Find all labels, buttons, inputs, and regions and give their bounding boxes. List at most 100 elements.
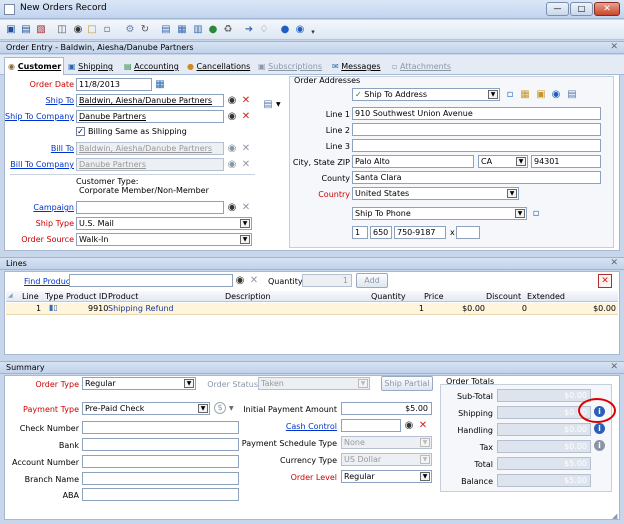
campaign-clear-icon[interactable]: ✕	[240, 202, 252, 214]
find-product-field[interactable]	[69, 274, 233, 287]
toolbar-overflow-icon[interactable]: ▾	[307, 26, 319, 38]
delete-line-icon[interactable]: ✕	[598, 274, 612, 288]
cash-control-label[interactable]: Cash Control	[286, 422, 337, 431]
branch-name-field[interactable]	[82, 472, 239, 485]
campaign-label[interactable]: Campaign	[33, 203, 74, 212]
table-row[interactable]: 1 ▮▯ 9910 Shipping Refund 1 $0.00 0 $0.0…	[6, 303, 618, 315]
col-product-id[interactable]: Product ID	[66, 292, 107, 301]
binoculars-icon[interactable]: ◉	[72, 24, 84, 36]
settings-icon[interactable]: ⚙	[124, 24, 136, 36]
campaign-field[interactable]	[76, 201, 224, 214]
initial-payment-field[interactable]: $5.00	[341, 402, 432, 415]
col-line[interactable]: Line	[22, 292, 39, 301]
open-folder-icon[interactable]: □	[86, 24, 98, 36]
phone-type-select[interactable]: Ship To Phone ▼	[352, 207, 527, 220]
address-type-select[interactable]: ✓ Ship To Address ▼	[352, 88, 500, 101]
minimize-button[interactable]: —	[546, 2, 569, 16]
tab-customer[interactable]: ◉ Customer	[8, 59, 61, 74]
copy-phone-icon[interactable]: ▫	[530, 208, 542, 220]
account-number-field[interactable]	[82, 455, 239, 468]
order-source-select[interactable]: Walk-In ▼	[76, 233, 252, 246]
tab-cancellations[interactable]: ● Cancellations	[187, 59, 250, 74]
validate-address-icon[interactable]: ▣	[535, 89, 547, 101]
handling-info-icon[interactable]: i	[594, 423, 605, 434]
payment-type-select[interactable]: Pre-Paid Check ▼	[82, 402, 210, 415]
aba-field[interactable]	[82, 488, 239, 501]
calendar-icon[interactable]: ▦	[154, 79, 166, 91]
bill-to-company-label[interactable]: Bill To Company	[10, 160, 74, 169]
tab-shipping[interactable]: ▣ Shipping	[68, 59, 113, 74]
billing-same-checkbox[interactable]: ✓	[76, 127, 85, 136]
tab-subscriptions[interactable]: ▣ Subscriptions	[258, 59, 322, 74]
state-select[interactable]: CA ▼	[478, 155, 528, 168]
address-book-dropdown-icon[interactable]: ▼	[276, 101, 281, 108]
col-quantity[interactable]: Quantity	[371, 292, 406, 301]
address-list-icon[interactable]: ▤	[566, 89, 578, 101]
col-extended[interactable]: Extended	[527, 292, 565, 301]
ship-to-binoculars-icon[interactable]: ◉	[226, 95, 238, 107]
find-product-binoculars-icon[interactable]: ◉	[234, 275, 246, 287]
resize-grip-icon[interactable]: ◢	[612, 512, 617, 520]
country-select[interactable]: United States ▼	[352, 187, 519, 200]
bill-to-label[interactable]: Bill To	[51, 144, 74, 153]
save-icon[interactable]: ▣	[5, 24, 17, 36]
save-close-icon[interactable]: ▧	[35, 24, 47, 36]
currency-icon[interactable]: $	[214, 402, 226, 414]
window-split-icon[interactable]: ▥	[192, 24, 204, 36]
campaign-binoculars-icon[interactable]: ◉	[226, 202, 238, 214]
refresh-icon[interactable]: ↻	[139, 24, 151, 36]
col-product[interactable]: Product	[108, 292, 138, 301]
address-book-icon[interactable]: ▤	[262, 99, 274, 111]
tab-accounting[interactable]: ▤ Accounting	[124, 59, 179, 74]
city-field[interactable]: Palo Alto	[352, 155, 474, 168]
find-product-clear-icon[interactable]: ✕	[248, 275, 260, 287]
cash-control-field[interactable]	[341, 419, 401, 432]
window-icon[interactable]: ▦	[176, 24, 188, 36]
col-description[interactable]: Description	[225, 292, 271, 301]
phone-country-field[interactable]: 1	[352, 226, 368, 239]
cash-control-binoculars-icon[interactable]: ◉	[403, 420, 415, 432]
line2-field[interactable]	[352, 123, 601, 136]
col-type[interactable]: Type	[45, 292, 63, 301]
ship-to-label[interactable]: Ship To	[46, 96, 74, 105]
order-date-field[interactable]: 11/8/2013	[76, 78, 152, 91]
phone-number-field[interactable]: 750-9187	[394, 226, 446, 239]
ship-to-company-binoculars-icon[interactable]: ◉	[226, 111, 238, 123]
currency-dropdown-icon[interactable]: ▼	[229, 405, 234, 412]
phone-ext-field[interactable]	[456, 226, 480, 239]
tag-icon[interactable]: ♢	[258, 24, 270, 36]
lines-close-icon[interactable]: ✕	[610, 258, 618, 269]
workflow-icon[interactable]: ●	[207, 24, 219, 36]
help-icon[interactable]: ●	[279, 24, 291, 36]
save-new-icon[interactable]: ▤	[20, 24, 32, 36]
cycle-icon[interactable]: ♻	[222, 24, 234, 36]
find-product-label[interactable]: Find Product	[24, 277, 73, 286]
print-icon[interactable]: ◫	[56, 24, 68, 36]
line1-field[interactable]: 910 Southwest Union Avenue	[352, 107, 601, 120]
ship-type-select[interactable]: U.S. Mail ▼	[76, 217, 252, 230]
ship-partial-button[interactable]: Ship Partial	[381, 376, 433, 391]
col-discount[interactable]: Discount	[486, 292, 521, 301]
copy-address-icon[interactable]: ▫	[504, 89, 516, 101]
line3-field[interactable]	[352, 139, 601, 152]
ship-to-company-label[interactable]: Ship To Company	[5, 112, 74, 121]
ship-to-field[interactable]: Baldwin, Aiesha/Danube Partners	[76, 94, 224, 107]
zip-field[interactable]: 94301	[531, 155, 601, 168]
bank-field[interactable]	[82, 438, 239, 451]
col-price[interactable]: Price	[424, 292, 444, 301]
layout-icon[interactable]: ▤	[160, 24, 172, 36]
map-icon[interactable]: ▦	[519, 89, 531, 101]
cash-control-clear-icon[interactable]: ✕	[417, 420, 429, 432]
maximize-button[interactable]: □	[570, 2, 593, 16]
info-icon[interactable]: ◉	[294, 24, 306, 36]
county-field[interactable]: Santa Clara	[352, 171, 601, 184]
copy-icon[interactable]: ▫	[101, 24, 113, 36]
check-number-field[interactable]	[82, 421, 239, 434]
globe-icon[interactable]: ◉	[550, 89, 562, 101]
order-entry-close-icon[interactable]: ✕	[610, 42, 618, 53]
phone-area-field[interactable]: 650	[370, 226, 392, 239]
ship-to-company-clear-icon[interactable]: ✕	[240, 111, 252, 123]
tab-messages[interactable]: ✉ Messages	[332, 59, 380, 74]
next-icon[interactable]: ➜	[243, 24, 255, 36]
ship-to-clear-icon[interactable]: ✕	[240, 95, 252, 107]
